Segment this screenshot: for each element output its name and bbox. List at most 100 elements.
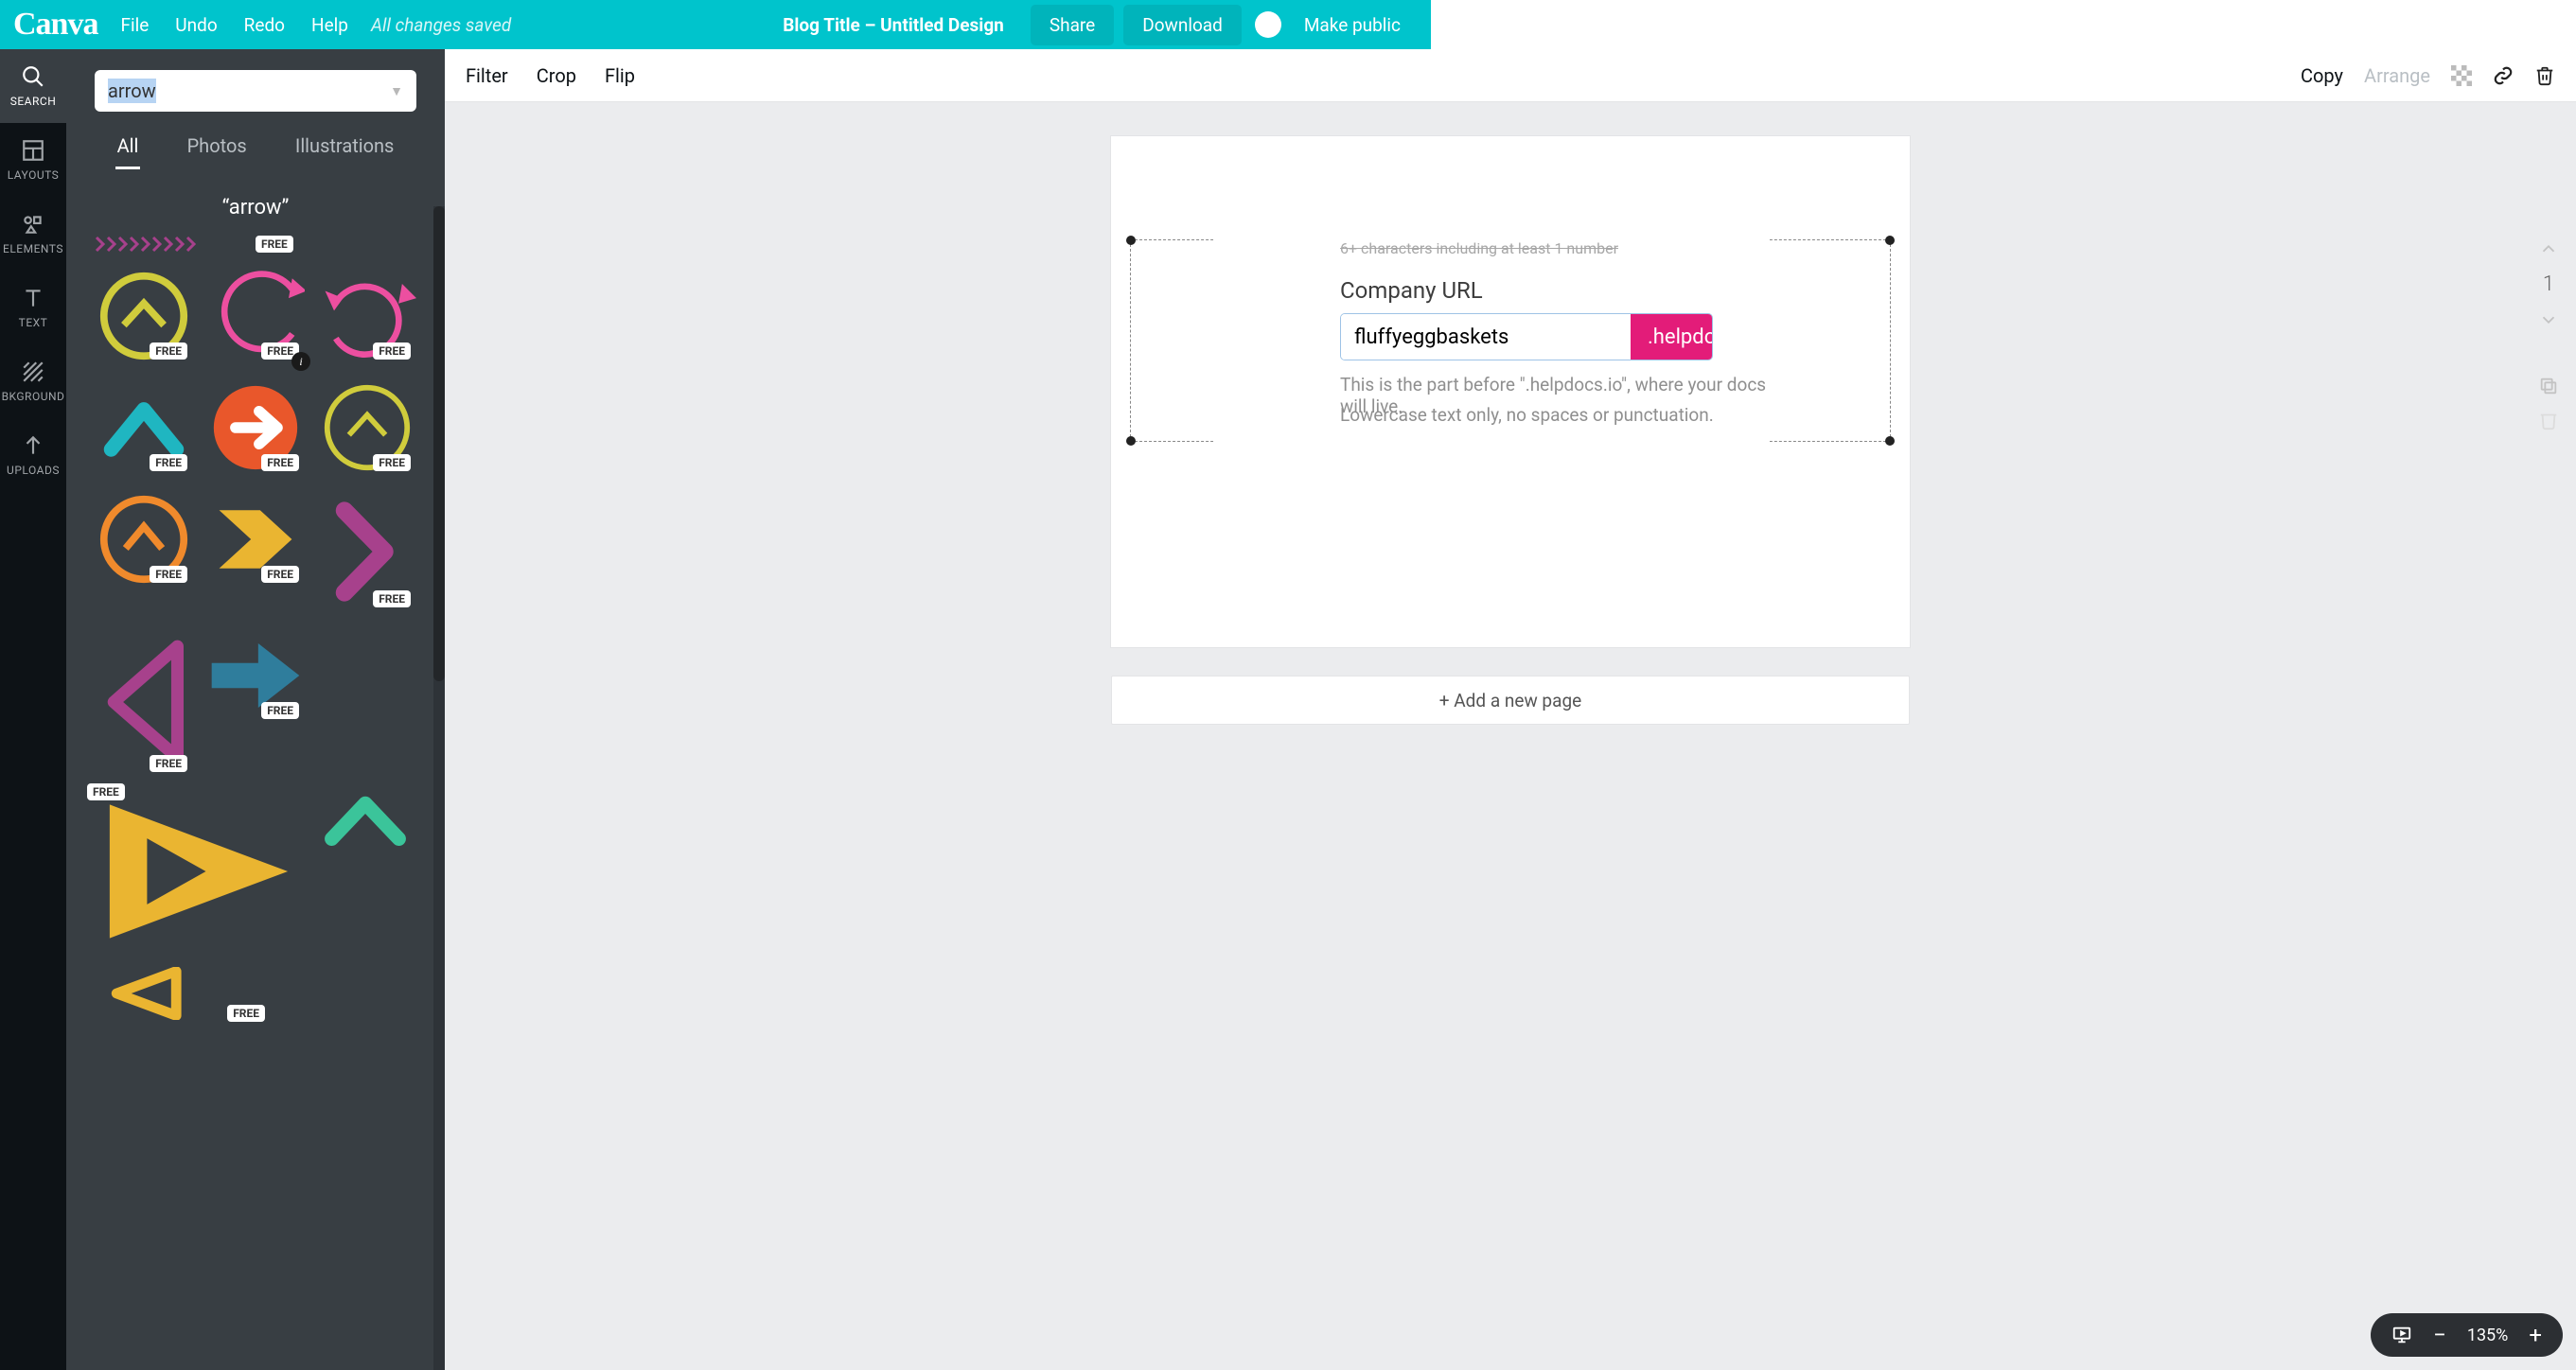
rail-uploads[interactable]: UPLOADS	[0, 418, 66, 492]
download-button[interactable]: Download	[1123, 5, 1242, 45]
search-box[interactable]: arrow ▼	[95, 70, 416, 112]
duplicate-page-icon[interactable]	[2538, 376, 2559, 396]
result-triangle-left-yellow[interactable]: FREE	[95, 965, 193, 1022]
resize-handle-se[interactable]	[1885, 436, 1895, 446]
result-chevron-up-teal[interactable]: FREE	[95, 378, 193, 477]
result-arrow-block-yellow[interactable]: FREE	[206, 490, 305, 588]
result-circle-up-outline-yellow[interactable]: FREE	[318, 378, 416, 477]
left-rail: SEARCH LAYOUTS ELEMENTS TEXT BKGROUND UP…	[0, 49, 66, 1370]
free-badge: FREE	[256, 236, 293, 253]
link-icon[interactable]	[2493, 65, 2514, 86]
zoom-out-button[interactable]: −	[2433, 1322, 2446, 1348]
result-arrow-fat-teal[interactable]: FREE	[206, 626, 305, 725]
result-arrow-chevrons[interactable]: FREE	[95, 233, 416, 255]
canvas-area: Filter Crop Flip Copy Arrange ↻	[445, 49, 2576, 1370]
zoom-bar: − 135% +	[2371, 1313, 2563, 1357]
result-triangle-left-magenta[interactable]: FREE	[95, 626, 193, 778]
resize-handle-nw[interactable]	[1126, 236, 1136, 245]
free-badge: FREE	[373, 342, 411, 360]
tab-photos[interactable]: Photos	[185, 129, 249, 169]
result-arrow-circle-right-orange[interactable]: FREE	[206, 378, 305, 477]
tab-all[interactable]: All	[115, 129, 141, 169]
user-avatar[interactable]	[1255, 11, 1281, 38]
presentation-icon[interactable]	[2391, 1325, 2412, 1345]
menu-redo[interactable]: Redo	[244, 14, 285, 36]
rail-search-label: SEARCH	[10, 95, 57, 108]
rail-background-label: BKGROUND	[2, 390, 65, 403]
canvas-toolbar: Filter Crop Flip Copy Arrange	[445, 49, 2576, 102]
rail-background[interactable]: BKGROUND	[0, 344, 66, 418]
result-circle-up-yellow[interactable]: FREE	[95, 267, 193, 365]
menu-file[interactable]: File	[120, 14, 149, 36]
free-badge: FREE	[261, 566, 299, 583]
background-icon	[21, 360, 45, 384]
rail-elements[interactable]: ELEMENTS	[0, 197, 66, 271]
tab-illustrations[interactable]: Illustrations	[293, 129, 397, 169]
elements-icon	[21, 212, 45, 237]
resize-handle-sw[interactable]	[1126, 436, 1136, 446]
add-page-button[interactable]: + Add a new page	[1111, 676, 1910, 725]
menu-help[interactable]: Help	[311, 14, 348, 36]
page-down-icon[interactable]	[2538, 309, 2559, 330]
embedded-image[interactable]: 6+ characters including at least 1 numbe…	[1213, 239, 1770, 580]
chevrons-icon	[95, 236, 218, 253]
rail-search[interactable]: SEARCH	[0, 49, 66, 123]
result-chevron-right-magenta[interactable]: FREE	[318, 490, 416, 613]
delete-page-icon[interactable]	[2538, 410, 2559, 430]
share-button[interactable]: Share	[1031, 5, 1114, 45]
rail-text-label: TEXT	[19, 316, 48, 329]
free-badge: FREE	[150, 755, 187, 772]
top-bar: Canva File Undo Redo Help All changes sa…	[0, 0, 1431, 49]
triangle-left-icon	[101, 967, 186, 1020]
chevron-up-icon	[320, 793, 411, 846]
results-list: “arrow” FREE FREE FREE i FREE	[66, 169, 445, 1370]
zoom-level[interactable]: 135%	[2467, 1326, 2509, 1345]
text-icon	[21, 286, 45, 310]
triangle-play-icon	[99, 796, 298, 947]
zoom-in-button[interactable]: +	[2529, 1322, 2542, 1348]
toolbar-flip[interactable]: Flip	[605, 64, 635, 87]
uploads-icon	[21, 433, 45, 458]
clipped-text: 6+ characters including at least 1 numbe…	[1340, 239, 1732, 257]
result-chevron-up-green[interactable]	[316, 791, 415, 848]
toolbar-arrange[interactable]: Arrange	[2364, 64, 2430, 87]
rail-layouts-label: LAYOUTS	[8, 168, 60, 182]
free-badge: FREE	[373, 454, 411, 471]
url-hint-2: Lowercase text only, no spaces or punctu…	[1340, 404, 1714, 426]
result-redo-arrow-pink[interactable]: FREE	[318, 267, 416, 365]
layouts-icon	[21, 138, 45, 163]
triangle-left-icon	[98, 636, 189, 768]
menu-undo[interactable]: Undo	[175, 14, 217, 36]
free-badge: FREE	[261, 454, 299, 471]
top-menu: File Undo Redo Help	[120, 14, 347, 36]
rail-layouts[interactable]: LAYOUTS	[0, 123, 66, 197]
rail-uploads-label: UPLOADS	[7, 464, 60, 477]
free-badge: FREE	[373, 590, 411, 607]
rail-text[interactable]: TEXT	[0, 271, 66, 344]
save-status: All changes saved	[371, 14, 511, 36]
toolbar-copy[interactable]: Copy	[2301, 64, 2343, 87]
page-up-icon[interactable]	[2538, 238, 2559, 259]
result-curved-arrow-pink[interactable]: FREE i	[206, 267, 305, 365]
result-triangle-right-yellow[interactable]: FREE	[95, 791, 303, 952]
page-tools: 1	[2538, 238, 2559, 430]
resize-handle-ne[interactable]	[1885, 236, 1895, 245]
company-url-input[interactable]	[1341, 314, 1631, 360]
free-badge: FREE	[261, 702, 299, 719]
rail-elements-label: ELEMENTS	[3, 242, 63, 255]
result-circle-up-outline-orange[interactable]: FREE	[95, 490, 193, 588]
trash-icon[interactable]	[2534, 65, 2555, 86]
make-public-button[interactable]: Make public	[1300, 5, 1420, 45]
info-icon[interactable]: i	[291, 352, 310, 371]
results-heading: “arrow”	[95, 196, 416, 220]
toolbar-crop[interactable]: Crop	[537, 64, 576, 87]
free-badge: FREE	[150, 342, 187, 360]
design-page[interactable]: ↻ 6+ characters including at least 1 num…	[1111, 136, 1910, 647]
search-subtabs: All Photos Illustrations	[66, 125, 445, 169]
document-title[interactable]: Blog Title – Untitled Design	[783, 14, 1004, 36]
search-dropdown-caret[interactable]: ▼	[390, 83, 403, 99]
free-badge: FREE	[87, 783, 125, 800]
toolbar-filter[interactable]: Filter	[466, 64, 508, 87]
search-input[interactable]: arrow	[108, 79, 156, 103]
transparency-icon[interactable]	[2451, 65, 2472, 86]
